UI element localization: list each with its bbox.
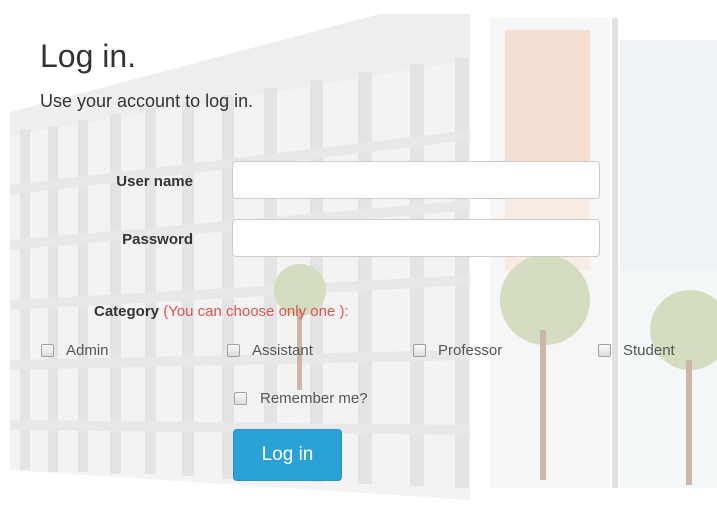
category-option-assistant[interactable]: Assistant xyxy=(227,342,313,359)
admin-checkbox[interactable] xyxy=(41,344,54,357)
category-option-professor[interactable]: Professor xyxy=(413,342,502,359)
professor-checkbox[interactable] xyxy=(413,344,426,357)
password-input[interactable] xyxy=(232,219,600,257)
assistant-checkbox[interactable] xyxy=(227,344,240,357)
admin-label: Admin xyxy=(66,342,109,359)
login-button[interactable]: Log in xyxy=(233,429,342,481)
category-hint: (You can choose only one ): xyxy=(163,303,349,320)
username-input[interactable] xyxy=(232,161,600,199)
remember-me-label: Remember me? xyxy=(260,390,368,407)
password-label: Password xyxy=(122,231,193,248)
category-option-admin[interactable]: Admin xyxy=(41,342,109,359)
student-label: Student xyxy=(623,342,675,359)
category-heading: Category (You can choose only one ): xyxy=(94,303,349,320)
page-subtitle: Use your account to log in. xyxy=(40,91,254,111)
remember-me-option[interactable]: Remember me? xyxy=(234,390,368,407)
username-label: User name xyxy=(116,173,193,190)
category-option-student[interactable]: Student xyxy=(598,342,675,359)
professor-label: Professor xyxy=(438,342,503,359)
category-label: Category xyxy=(94,303,160,320)
assistant-label: Assistant xyxy=(252,342,313,359)
remember-me-checkbox[interactable] xyxy=(234,392,247,405)
page-title: Log in. xyxy=(40,38,137,74)
student-checkbox[interactable] xyxy=(598,344,611,357)
